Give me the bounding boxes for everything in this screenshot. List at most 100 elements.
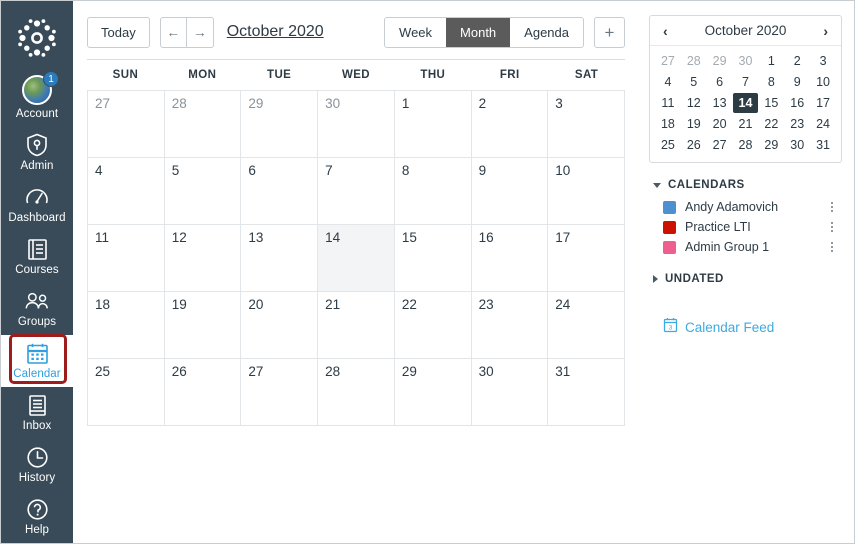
sidebar-item-groups[interactable]: Groups bbox=[1, 283, 73, 335]
mini-calendar-day[interactable]: 25 bbox=[655, 135, 681, 155]
mini-calendar-day[interactable]: 30 bbox=[784, 135, 810, 155]
mini-calendar-day[interactable]: 4 bbox=[655, 72, 681, 92]
calendar-day-cell[interactable]: 6 bbox=[241, 158, 319, 225]
mini-calendar-day[interactable]: 10 bbox=[810, 72, 836, 92]
mini-calendar-day-selected[interactable]: 14 bbox=[732, 93, 759, 113]
calendar-day-cell[interactable]: 16 bbox=[471, 225, 549, 292]
calendar-day-cell[interactable]: 19 bbox=[164, 292, 242, 359]
page-title[interactable]: October 2020 bbox=[227, 23, 324, 41]
mini-calendar-day[interactable]: 29 bbox=[758, 135, 784, 155]
mini-calendar-day[interactable]: 16 bbox=[784, 93, 810, 113]
mini-calendar-day[interactable]: 15 bbox=[758, 93, 784, 113]
calendar-options-icon[interactable] bbox=[824, 200, 840, 214]
mini-calendar-day[interactable]: 24 bbox=[810, 114, 836, 134]
calendar-day-cell[interactable]: 30 bbox=[318, 91, 395, 158]
mini-calendar-day[interactable]: 21 bbox=[733, 114, 759, 134]
calendars-section-header[interactable]: CALENDARS bbox=[653, 179, 842, 191]
calendar-day-cell[interactable]: 26 bbox=[164, 359, 242, 426]
calendar-day-cell[interactable]: 13 bbox=[241, 225, 319, 292]
calendar-day-cell[interactable]: 3 bbox=[548, 91, 625, 158]
calendar-day-cell[interactable]: 11 bbox=[88, 225, 165, 292]
sidebar-item-courses[interactable]: Courses bbox=[1, 231, 73, 283]
mini-calendar-day[interactable]: 5 bbox=[681, 72, 707, 92]
calendar-color-swatch[interactable] bbox=[663, 200, 676, 214]
sidebar-item-inbox[interactable]: Inbox bbox=[1, 387, 73, 439]
previous-month-button[interactable]: ← bbox=[159, 16, 187, 48]
calendar-day-cell[interactable]: 24 bbox=[548, 292, 625, 359]
calendar-color-swatch[interactable] bbox=[663, 220, 676, 234]
calendar-day-cell[interactable]: 20 bbox=[241, 292, 319, 359]
mini-calendar-day[interactable]: 19 bbox=[681, 114, 707, 134]
next-month-button[interactable]: → bbox=[186, 16, 214, 48]
calendar-day-cell[interactable]: 29 bbox=[394, 359, 472, 426]
mini-calendar-day[interactable]: 3 bbox=[810, 51, 836, 71]
sidebar-item-history[interactable]: History bbox=[1, 439, 73, 491]
calendar-day-cell[interactable]: 29 bbox=[241, 91, 319, 158]
mini-calendar-day[interactable]: 22 bbox=[758, 114, 784, 134]
calendar-day-cell[interactable]: 15 bbox=[394, 225, 472, 292]
mini-calendar-day[interactable]: 8 bbox=[758, 72, 784, 92]
sidebar-item-calendar[interactable]: Calendar bbox=[1, 335, 73, 387]
calendar-day-cell[interactable]: 9 bbox=[471, 158, 549, 225]
sidebar-item-help[interactable]: Help bbox=[1, 491, 73, 543]
calendar-options-icon[interactable] bbox=[824, 220, 840, 234]
calendar-day-cell[interactable]: 28 bbox=[164, 91, 242, 158]
mini-calendar-day[interactable]: 28 bbox=[733, 135, 759, 155]
add-event-button[interactable]: + bbox=[594, 16, 625, 48]
calendar-day-cell[interactable]: 22 bbox=[394, 292, 472, 359]
calendar-day-cell[interactable]: 7 bbox=[318, 158, 395, 225]
tab-agenda[interactable]: Agenda bbox=[510, 17, 583, 47]
mini-calendar-day[interactable]: 11 bbox=[655, 93, 681, 113]
calendar-day-cell[interactable]: 21 bbox=[318, 292, 395, 359]
sidebar-item-admin[interactable]: Admin bbox=[1, 127, 73, 179]
calendar-day-cell[interactable]: 27 bbox=[88, 91, 165, 158]
canvas-logo-icon[interactable] bbox=[13, 15, 61, 60]
mini-calendar-day[interactable]: 9 bbox=[784, 72, 810, 92]
tab-month[interactable]: Month bbox=[446, 17, 511, 47]
mini-calendar-day[interactable]: 12 bbox=[681, 93, 707, 113]
calendar-day-cell[interactable]: 10 bbox=[548, 158, 625, 225]
mini-calendar-day[interactable]: 23 bbox=[784, 114, 810, 134]
mini-calendar-day[interactable]: 31 bbox=[810, 135, 836, 155]
mini-calendar-day[interactable]: 17 bbox=[810, 93, 836, 113]
tab-week[interactable]: Week bbox=[385, 17, 447, 47]
calendar-day-cell[interactable]: 17 bbox=[548, 225, 625, 292]
calendar-day-cell[interactable]: 30 bbox=[471, 359, 549, 426]
calendar-day-cell[interactable]: 2 bbox=[471, 91, 549, 158]
calendar-options-icon[interactable] bbox=[824, 240, 840, 254]
calendar-day-cell[interactable]: 25 bbox=[88, 359, 165, 426]
calendar-day-cell-today[interactable]: 14 bbox=[318, 225, 395, 292]
calendar-color-swatch[interactable] bbox=[663, 240, 676, 254]
mini-calendar-day[interactable]: 27 bbox=[655, 51, 681, 71]
mini-calendar-day[interactable]: 2 bbox=[784, 51, 810, 71]
calendar-day-cell[interactable]: 12 bbox=[164, 225, 242, 292]
sidebar-item-dashboard[interactable]: Dashboard bbox=[1, 179, 73, 231]
mini-calendar-day[interactable]: 18 bbox=[655, 114, 681, 134]
mini-calendar-day[interactable]: 1 bbox=[758, 51, 784, 71]
calendar-day-cell[interactable]: 31 bbox=[548, 359, 625, 426]
calendar-day-cell[interactable]: 5 bbox=[164, 158, 242, 225]
calendar-day-cell[interactable]: 1 bbox=[394, 91, 472, 158]
mini-calendar-day[interactable]: 29 bbox=[707, 51, 733, 71]
calendar-feed-link[interactable]: 3 Calendar Feed bbox=[663, 317, 842, 338]
calendar-day-cell[interactable]: 4 bbox=[88, 158, 165, 225]
mini-next-month-button[interactable]: › bbox=[820, 24, 831, 38]
mini-calendar-day[interactable]: 27 bbox=[707, 135, 733, 155]
calendar-day-cell[interactable]: 8 bbox=[394, 158, 472, 225]
mini-calendar-day[interactable]: 7 bbox=[733, 72, 759, 92]
mini-calendar-day[interactable]: 6 bbox=[707, 72, 733, 92]
mini-calendar-day[interactable]: 30 bbox=[733, 51, 759, 71]
sidebar-item-account[interactable]: 1 Account bbox=[1, 70, 73, 127]
calendar-day-cell[interactable]: 27 bbox=[241, 359, 319, 426]
mini-calendar-day[interactable]: 26 bbox=[681, 135, 707, 155]
mini-calendar-day[interactable]: 13 bbox=[707, 93, 733, 113]
mini-calendar-day[interactable]: 28 bbox=[681, 51, 707, 71]
calendar-day-cell[interactable]: 28 bbox=[318, 359, 395, 426]
mini-calendar-day[interactable]: 20 bbox=[707, 114, 733, 134]
today-button[interactable]: Today bbox=[87, 16, 150, 48]
mini-prev-month-button[interactable]: ‹ bbox=[660, 24, 671, 38]
calendar-day-cell[interactable]: 23 bbox=[471, 292, 549, 359]
undated-section-header[interactable]: UNDATED bbox=[653, 273, 842, 285]
dow-label: TUE bbox=[267, 69, 292, 81]
calendar-day-cell[interactable]: 18 bbox=[88, 292, 165, 359]
